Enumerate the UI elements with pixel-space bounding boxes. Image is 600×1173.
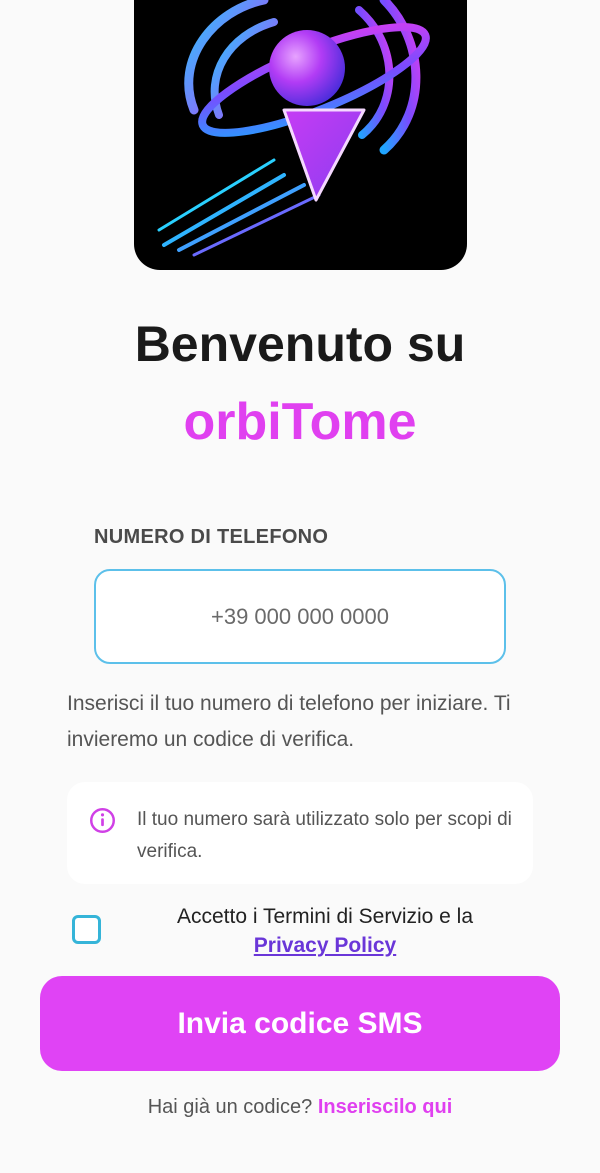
footer-prompt: Hai già un codice?: [147, 1096, 313, 1118]
terms-text: Accetto i Termini di Servizio e la Priva…: [130, 902, 520, 960]
helper-text: Inserisci il tuo numero di telefono per …: [67, 692, 511, 751]
privacy-policy-link[interactable]: Privacy Policy: [254, 934, 396, 957]
info-icon: [90, 808, 115, 833]
phone-number-input[interactable]: [94, 569, 506, 664]
page-title: Benvenuto su: [134, 316, 466, 372]
footer: Hai già un codice? Inseriscilo qui: [0, 1096, 600, 1119]
send-sms-code-button[interactable]: Invia codice SMS: [40, 976, 560, 1071]
terms-checkbox[interactable]: [72, 915, 101, 944]
terms-label: Accetto i Termini di Servizio e la: [176, 905, 474, 928]
brand-name: orbiTome: [183, 393, 417, 451]
info-notice: Il tuo numero sarà utilizzato solo per s…: [67, 782, 533, 884]
enter-code-link[interactable]: Inseriscilo qui: [318, 1096, 452, 1118]
info-text: Il tuo numero sarà utilizzato solo per s…: [137, 809, 512, 862]
orbit-location-pin-icon: [157, 0, 430, 257]
phone-field-label: NUMERO DI TELEFONO: [94, 526, 329, 548]
app-logo: [134, 0, 467, 270]
